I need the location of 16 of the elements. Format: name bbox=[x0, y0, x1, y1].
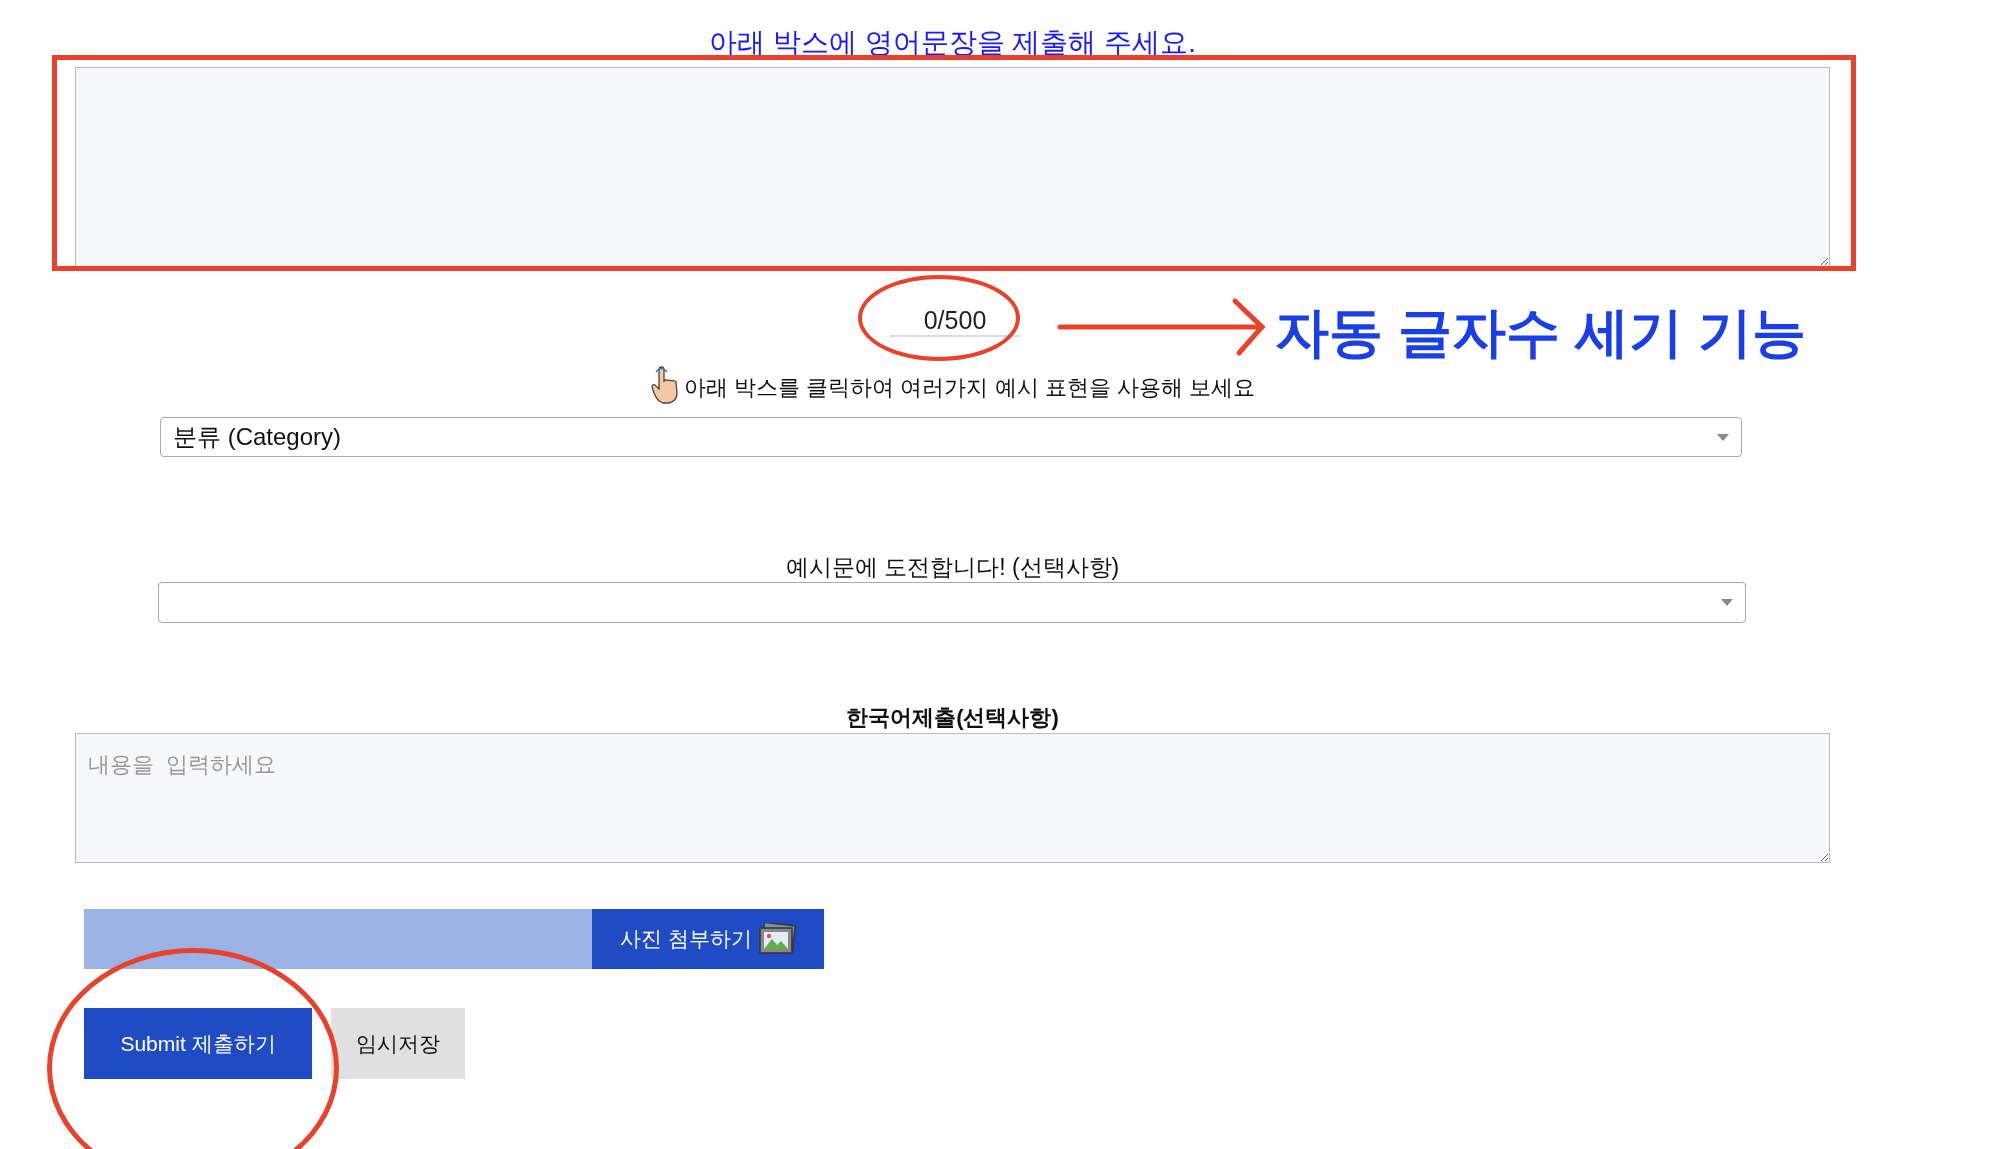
pointing-hand-icon bbox=[650, 366, 681, 404]
category-select[interactable]: 분류 (Category) bbox=[160, 417, 1742, 457]
korean-label: 한국어제출(선택사항) bbox=[845, 704, 1060, 732]
heading-text: 아래 박스에 영어문장을 제출해 주세요. bbox=[708, 26, 1197, 60]
hint-text: 아래 박스를 클릭하여 여러가지 예시 표현을 사용해 보세요 bbox=[684, 374, 1255, 402]
character-counter: 0/500 bbox=[890, 305, 1020, 337]
attach-photo-button[interactable]: 사진 첨부하기 bbox=[592, 909, 824, 969]
submit-button[interactable]: Submit 제출하기 bbox=[84, 1008, 312, 1079]
callout-text: 자동 글자수 세기 기능 bbox=[1275, 301, 1806, 364]
save-draft-button[interactable]: 임시저장 bbox=[331, 1008, 465, 1079]
caret-icon bbox=[1721, 599, 1733, 606]
caret-icon bbox=[1717, 433, 1729, 441]
korean-input-field[interactable]: 내용을 입력하세요 bbox=[75, 733, 1830, 863]
image-icon bbox=[757, 923, 796, 955]
example-select[interactable] bbox=[158, 582, 1746, 623]
example-label: 예시문에 도전합니다! (선택사항) bbox=[784, 553, 1121, 582]
